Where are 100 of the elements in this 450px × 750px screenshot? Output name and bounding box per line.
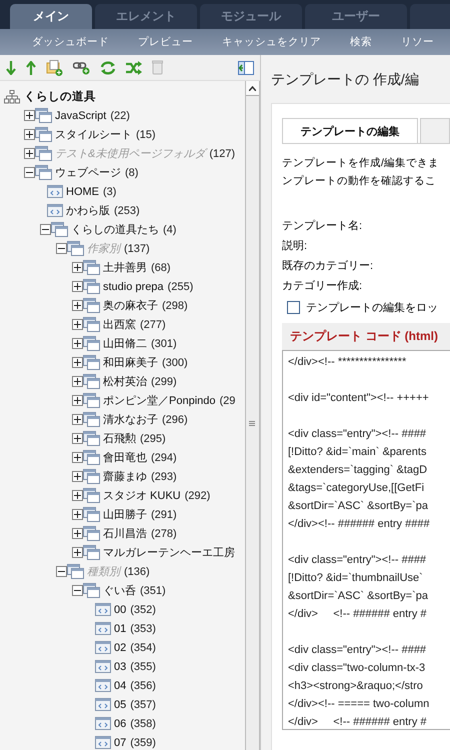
nav-link[interactable]: リソー <box>401 35 434 49</box>
expand-toggle[interactable] <box>72 338 83 349</box>
nav-link[interactable]: プレビュー <box>138 35 193 49</box>
down-arrow-icon[interactable] <box>6 60 16 74</box>
item-count: (278) <box>151 528 177 540</box>
tree-item-label[interactable]: HOME <box>66 186 99 198</box>
code-line: <h3><strong>&raquo;</stro <box>288 679 424 694</box>
expand-toggle[interactable] <box>72 395 83 406</box>
expand-toggle[interactable] <box>24 110 35 121</box>
grip-icon[interactable] <box>249 421 255 427</box>
expand-toggle[interactable] <box>72 528 83 539</box>
item-count: (68) <box>151 262 171 274</box>
tree-item-label[interactable]: 山田勝子 <box>103 507 147 522</box>
tree-item-label[interactable]: 07 <box>114 736 126 748</box>
page-icon <box>95 660 111 673</box>
tree-item-label[interactable]: 奥の麻衣子 <box>103 298 158 313</box>
main-tab[interactable]: メイン <box>10 4 92 29</box>
tab[interactable]: テンプレートの編集 <box>282 118 418 143</box>
folder-icon <box>35 146 52 161</box>
tree-item-label[interactable]: 土井善男 <box>103 260 147 275</box>
section-title: テンプレート コード (html) <box>290 328 439 345</box>
expand-toggle[interactable] <box>72 433 83 444</box>
code-line: </div> <!-- ###### entry # <box>288 607 428 622</box>
folder-icon <box>83 583 100 598</box>
checkbox[interactable] <box>287 301 300 314</box>
folder-icon <box>83 355 100 370</box>
item-count: (8) <box>125 166 138 178</box>
tree-item-label[interactable]: マルガレーテンヘーエ工房 <box>103 545 235 560</box>
field-label: 既存のカテゴリー: <box>282 259 374 274</box>
folder-icon <box>83 336 100 351</box>
nav-link[interactable]: ダッシュボード <box>32 35 109 49</box>
refresh-icon[interactable] <box>100 60 116 74</box>
folder-icon <box>83 393 100 408</box>
expand-toggle[interactable] <box>72 547 83 558</box>
expand-toggle[interactable] <box>56 566 67 577</box>
item-count: (294) <box>151 452 177 464</box>
expand-toggle[interactable] <box>56 243 67 254</box>
tree-item-label[interactable]: studio prepa <box>103 280 164 292</box>
shuffle-icon[interactable] <box>126 60 142 74</box>
expand-toggle[interactable] <box>72 319 83 330</box>
tree-item-label[interactable]: 出西窯 <box>103 317 136 332</box>
item-count: (298) <box>162 300 188 312</box>
expand-toggle[interactable] <box>72 452 83 463</box>
tree-item-label[interactable]: 山田脩二 <box>103 336 147 351</box>
expand-toggle[interactable] <box>24 148 35 159</box>
tree-item-label[interactable]: 06 <box>114 718 126 730</box>
expand-toggle[interactable] <box>72 490 83 501</box>
expand-toggle[interactable] <box>72 585 83 596</box>
nav-link[interactable]: 検索 <box>350 35 372 49</box>
tree-item-label[interactable]: かわら版 <box>66 203 110 218</box>
item-count: (137) <box>124 242 150 254</box>
code-line: &sortDir=`ASC` &sortBy=`pa <box>288 589 429 604</box>
expand-toggle[interactable] <box>72 414 83 425</box>
tree-item-label[interactable]: 石川昌浩 <box>103 526 147 541</box>
tree-item-label[interactable]: 松村英治 <box>103 374 147 389</box>
expand-toggle[interactable] <box>72 262 83 273</box>
item-count: (355) <box>130 660 156 672</box>
tree-item-label[interactable]: 石飛勲 <box>103 431 136 446</box>
tree-item-label[interactable]: 會田竜也 <box>103 450 147 465</box>
tree-item-label[interactable]: 清水なお子 <box>103 412 158 427</box>
tree-item-label[interactable]: 04 <box>114 680 126 692</box>
expand-toggle[interactable] <box>40 224 51 235</box>
tree-item-label[interactable]: ポンピン堂／Ponpindo <box>103 393 216 408</box>
page-icon <box>95 641 111 654</box>
new-folder-icon[interactable] <box>46 60 63 76</box>
item-count: (358) <box>130 718 156 730</box>
tree-item-label[interactable]: 和田麻美子 <box>103 355 158 370</box>
tree-item-label[interactable]: 00 <box>114 604 126 616</box>
scrollbar[interactable] <box>245 81 260 750</box>
expand-toggle[interactable] <box>72 376 83 387</box>
tree-item-label[interactable]: くらしの道具たち <box>71 222 159 237</box>
up-arrow-icon[interactable] <box>26 60 36 74</box>
expand-toggle[interactable] <box>24 167 35 178</box>
tree-item-label[interactable]: 03 <box>114 660 126 672</box>
nav-link[interactable]: キャッシュをクリア <box>222 35 321 49</box>
tree-item-label[interactable]: スタイルシート <box>55 127 132 142</box>
tree-item-label[interactable]: ウェブページ <box>55 165 121 180</box>
item-count: (253) <box>114 204 140 216</box>
folder-icon <box>83 374 100 389</box>
expand-toggle[interactable] <box>72 471 83 482</box>
collapse-panel-icon[interactable] <box>238 60 254 74</box>
expand-toggle[interactable] <box>72 509 83 520</box>
field-label: テンプレート名: <box>282 218 364 234</box>
tree-item-label[interactable]: 02 <box>114 642 126 654</box>
link-icon[interactable] <box>73 60 90 75</box>
tree-item-label[interactable]: 齋藤まゆ <box>103 469 147 484</box>
expand-toggle[interactable] <box>24 129 35 140</box>
tree-root-label[interactable]: くらしの道具 <box>24 89 96 104</box>
tree-item-label[interactable]: 01 <box>114 622 126 634</box>
tree-item-label[interactable]: JavaScript <box>55 110 106 122</box>
expand-toggle[interactable] <box>72 300 83 311</box>
item-count: (136) <box>124 566 150 578</box>
expand-toggle[interactable] <box>72 357 83 368</box>
item-count: (351) <box>140 584 166 596</box>
item-count: (352) <box>130 604 156 616</box>
tree-item-label[interactable]: ぐい呑 <box>103 583 136 598</box>
expand-toggle[interactable] <box>72 281 83 292</box>
tree-item-label[interactable]: スタジオ KUKU <box>103 488 181 503</box>
code-line: <div class="two-column-tx-3 <box>288 661 426 676</box>
tree-item-label[interactable]: 05 <box>114 698 126 710</box>
